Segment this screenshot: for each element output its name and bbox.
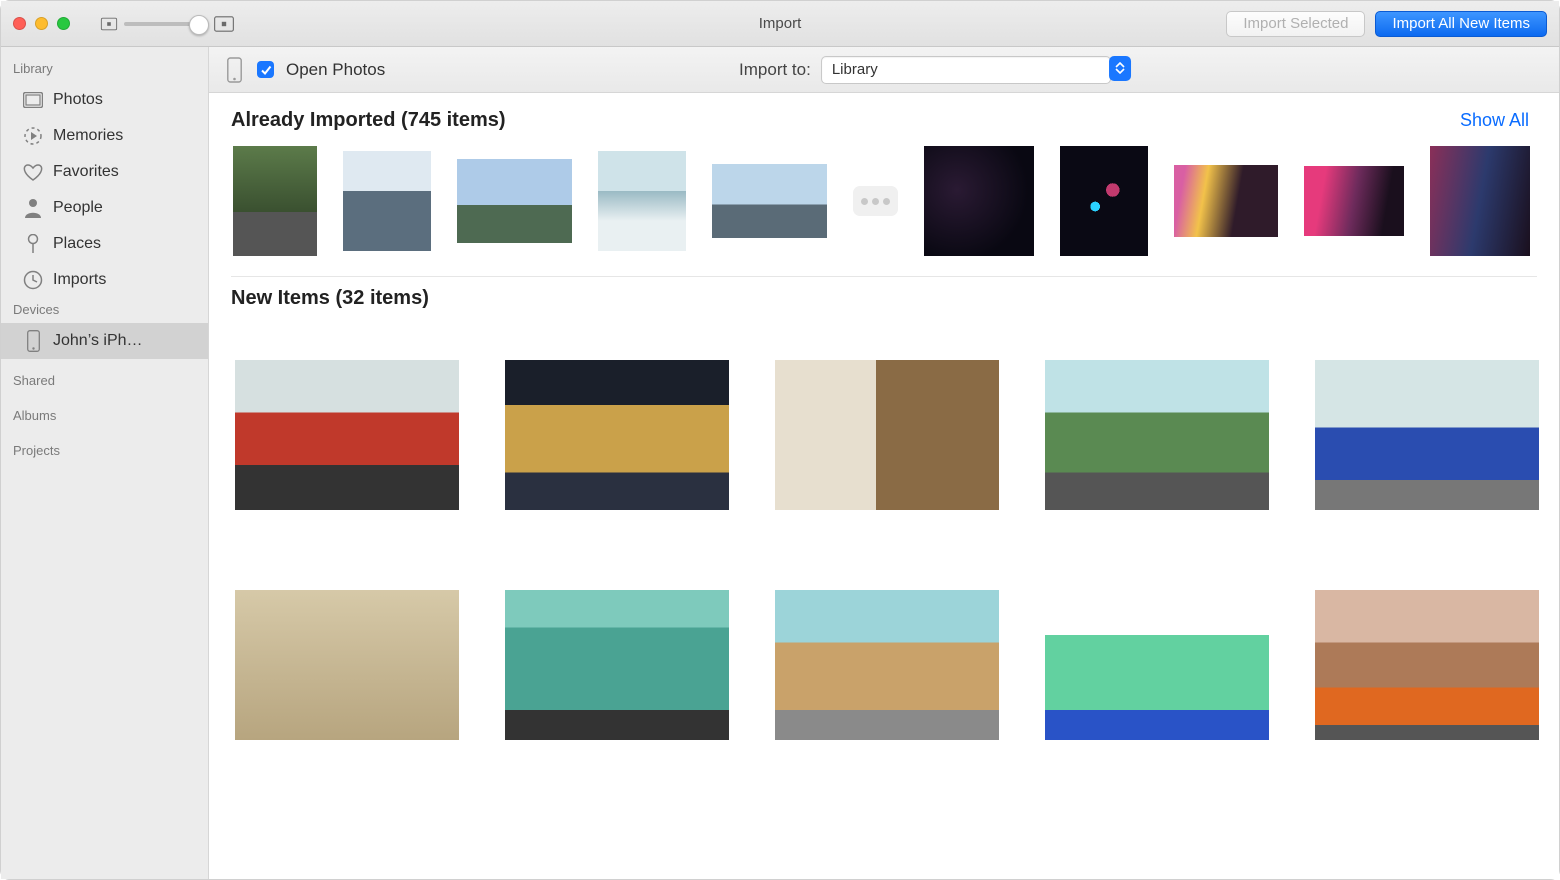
new-item-thumb[interactable] <box>1045 590 1269 740</box>
new-item-thumb[interactable] <box>505 360 729 510</box>
sidebar-item-label: Favorites <box>53 163 119 181</box>
imported-thumb[interactable] <box>712 164 827 238</box>
sidebar-item-label: Photos <box>53 91 103 109</box>
imported-thumb[interactable] <box>598 151 686 251</box>
import-to-popup[interactable]: Library <box>821 56 1111 84</box>
import-controls-bar: Open Photos Import to: Library <box>209 47 1559 93</box>
minimize-window-button[interactable] <box>35 17 48 30</box>
sidebar-item-photos[interactable]: Photos <box>1 82 208 118</box>
photos-icon <box>23 90 43 110</box>
person-icon <box>23 198 43 218</box>
traffic-lights <box>13 17 70 30</box>
show-all-link[interactable]: Show All <box>1460 110 1537 131</box>
pin-icon <box>23 234 43 254</box>
thumbnail-zoom-group <box>100 17 233 31</box>
imported-thumb[interactable] <box>457 159 572 243</box>
popup-arrows-icon[interactable] <box>1109 56 1131 81</box>
new-items-grid <box>209 320 1559 780</box>
titlebar: Import Import Selected Import All New It… <box>1 1 1559 47</box>
import-to-label: Import to: <box>739 60 811 80</box>
device-icon <box>227 57 245 83</box>
sidebar-section-devices: Devices <box>1 298 208 323</box>
clock-icon <box>23 270 43 290</box>
fullscreen-window-button[interactable] <box>57 17 70 30</box>
new-item-thumb[interactable] <box>1045 360 1269 510</box>
new-item-thumb[interactable] <box>235 360 459 510</box>
sidebar-section-shared[interactable]: Shared <box>1 359 208 394</box>
more-thumbnails-button[interactable] <box>853 186 898 216</box>
sidebar-item-label: John’s iPh… <box>53 332 143 350</box>
new-item-thumb[interactable] <box>775 360 999 510</box>
new-item-thumb[interactable] <box>1315 360 1539 510</box>
sidebar-item-label: Places <box>53 235 101 253</box>
sidebar-item-people[interactable]: People <box>1 190 208 226</box>
thumbnail-small-icon[interactable] <box>101 17 117 30</box>
import-selected-button[interactable]: Import Selected <box>1226 11 1365 37</box>
open-photos-checkbox[interactable] <box>257 61 274 78</box>
new-item-thumb[interactable] <box>505 590 729 740</box>
imported-thumb[interactable] <box>1304 166 1404 236</box>
imported-thumb[interactable] <box>1060 146 1148 256</box>
heart-icon <box>23 162 43 182</box>
new-item-thumb[interactable] <box>1315 590 1539 740</box>
sidebar-item-places[interactable]: Places <box>1 226 208 262</box>
sidebar-item-favorites[interactable]: Favorites <box>1 154 208 190</box>
imported-thumb[interactable] <box>233 146 317 256</box>
close-window-button[interactable] <box>13 17 26 30</box>
imported-thumb[interactable] <box>1430 146 1530 256</box>
imported-thumb[interactable] <box>343 151 431 251</box>
sidebar-item-memories[interactable]: Memories <box>1 118 208 154</box>
sidebar-section-projects[interactable]: Projects <box>1 429 208 464</box>
sidebar-item-imports[interactable]: Imports <box>1 262 208 298</box>
content-area: Open Photos Import to: Library <box>209 47 1559 879</box>
iphone-icon <box>23 331 43 351</box>
sidebar-section-albums[interactable]: Albums <box>1 394 208 429</box>
imported-thumb[interactable] <box>1174 165 1278 237</box>
import-to-value: Library <box>832 61 878 78</box>
sidebar-item-label: Imports <box>53 271 106 289</box>
sidebar-item-label: People <box>53 199 103 217</box>
memories-icon <box>23 126 43 146</box>
thumbnail-large-icon[interactable] <box>214 16 234 31</box>
sidebar: Library Photos Memories Favorites <box>1 47 209 879</box>
sidebar-item-label: Memories <box>53 127 123 145</box>
new-item-thumb[interactable] <box>775 590 999 740</box>
import-all-button[interactable]: Import All New Items <box>1375 11 1547 37</box>
already-imported-strip <box>209 142 1559 276</box>
already-imported-heading: Already Imported (745 items) <box>231 109 506 132</box>
new-item-thumb[interactable] <box>235 590 459 740</box>
thumbnail-zoom-slider[interactable] <box>124 22 209 26</box>
sidebar-item-device-iphone[interactable]: John’s iPh… <box>1 323 208 359</box>
open-photos-label: Open Photos <box>286 60 385 80</box>
new-items-heading: New Items (32 items) <box>231 287 429 310</box>
imported-thumb[interactable] <box>924 146 1034 256</box>
sidebar-section-library: Library <box>1 57 208 82</box>
